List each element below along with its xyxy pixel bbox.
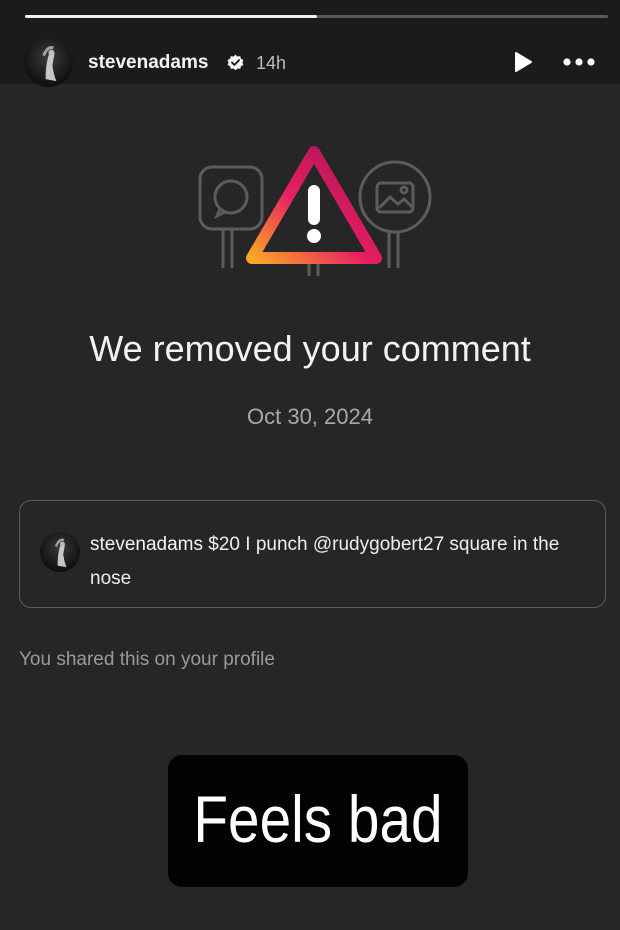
- story-progress-bar: [25, 15, 608, 18]
- story-header: stevenadams 14h: [0, 0, 620, 87]
- removed-comment-card: stevenadams $20 I punch @rudygobert27 sq…: [19, 500, 606, 608]
- text-sticker: Feels bad: [168, 755, 468, 887]
- profile-avatar[interactable]: [24, 38, 73, 87]
- shared-note: You shared this on your profile: [19, 649, 275, 670]
- comment-avatar: [40, 532, 80, 572]
- comment-username: stevenadams: [90, 534, 204, 555]
- verified-badge-icon: [227, 54, 244, 71]
- warning-triangle-icon: [246, 146, 382, 276]
- play-icon[interactable]: [512, 51, 534, 73]
- story-username[interactable]: stevenadams: [88, 52, 208, 74]
- story-progress-fill: [25, 15, 317, 18]
- comment-body: stevenadams $20 I punch @rudygobert27 sq…: [90, 528, 590, 596]
- story-timestamp: 14h: [256, 53, 287, 73]
- notice-title: We removed your comment: [89, 328, 531, 369]
- sticker-text: Feels bad: [193, 782, 443, 856]
- more-dots-icon[interactable]: [562, 55, 596, 69]
- notice-date: Oct 30, 2024: [247, 404, 373, 429]
- removed-comment-illustration: [198, 146, 432, 276]
